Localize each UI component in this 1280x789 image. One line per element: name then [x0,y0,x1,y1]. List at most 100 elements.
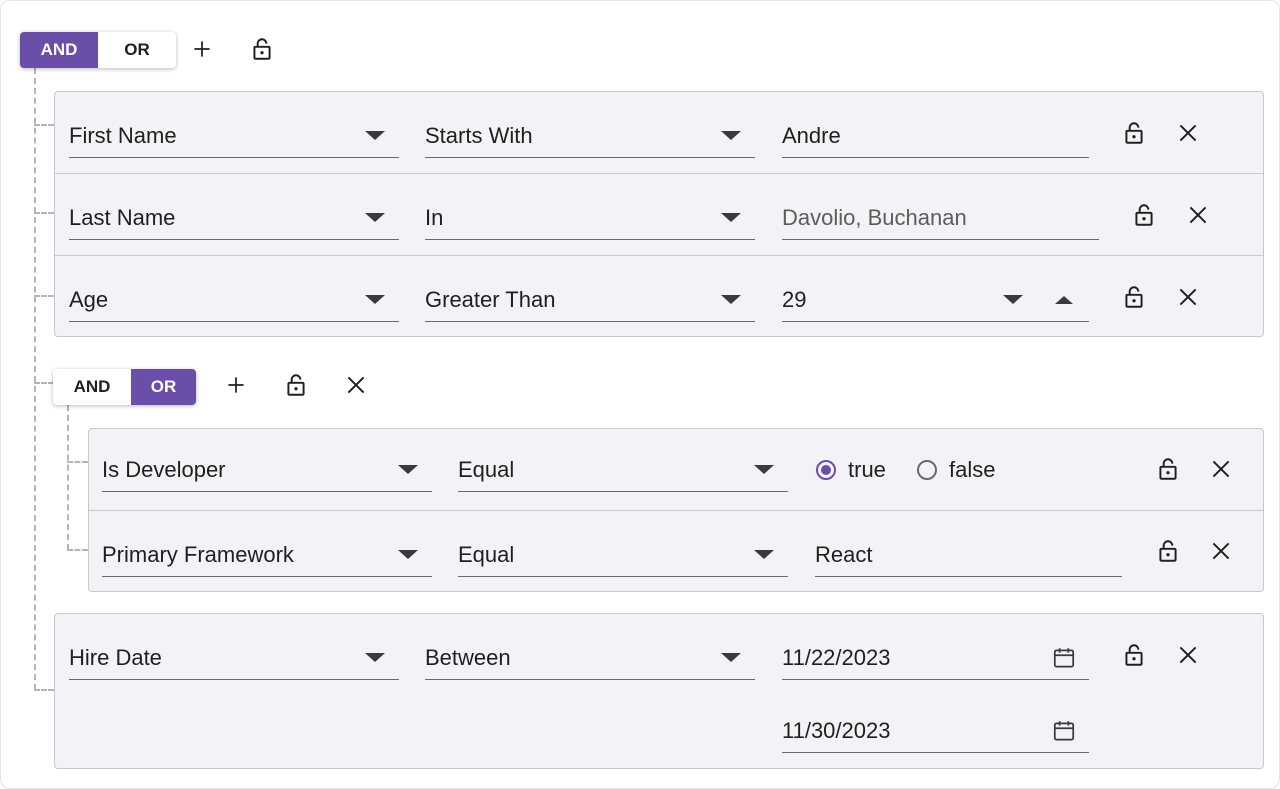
connector [34,382,54,384]
subgroup-combinator: AND OR [53,369,196,405]
remove-rule-button[interactable] [1170,115,1206,151]
value-input[interactable]: Andre [782,114,1089,158]
close-icon [347,376,365,394]
increment-icon[interactable] [1055,295,1073,304]
lock-button[interactable] [278,367,314,403]
date-from-input[interactable]: 11/22/2023 [782,636,1089,680]
divider [89,510,1263,511]
close-icon [1189,206,1207,224]
field-select[interactable]: Hire Date [69,636,399,680]
lock-button[interactable] [1150,533,1186,569]
remove-group-button[interactable] [338,367,374,403]
calendar-icon[interactable] [1051,645,1077,671]
or-button[interactable]: OR [98,32,176,68]
close-icon [1212,460,1230,478]
rule-value: Andre [782,122,841,148]
field-select[interactable]: First Name [69,114,399,158]
radio-true[interactable]: true [816,457,886,483]
lock-button[interactable] [1116,637,1152,673]
subgroup-rules: Is Developer Equal true false Primary Fr… [88,428,1264,592]
operator-select[interactable]: Equal [458,448,788,492]
connector [34,124,54,126]
divider [55,255,1263,256]
decrement-icon[interactable] [1003,295,1023,304]
caret-down-icon [365,213,385,222]
lock-open-icon [253,38,271,60]
field-value: Hire Date [69,644,162,670]
field-value: First Name [69,122,177,148]
add-rule-button[interactable] [184,31,220,67]
lock-open-icon [1159,458,1177,480]
operator-select[interactable]: Between [425,636,755,680]
operator-value: Equal [458,456,515,482]
caret-down-icon [721,131,741,140]
remove-rule-button[interactable] [1170,637,1206,673]
rule-value: 29 [782,286,807,312]
rule-value: Davolio, Buchanan [782,204,967,230]
field-select[interactable]: Age [69,278,399,322]
caret-down-icon [365,295,385,304]
lock-button[interactable] [1126,197,1162,233]
field-value: Age [69,286,109,312]
and-button[interactable]: AND [53,369,131,405]
connector [34,689,54,691]
rule-group: First Name Starts With Andre Last Name I… [54,91,1264,337]
lock-button[interactable] [1150,451,1186,487]
close-icon [1212,542,1230,560]
field-value: Primary Framework [102,541,294,567]
connector [67,549,88,551]
field-value: Last Name [69,204,176,230]
caret-down-icon [754,550,774,559]
radio-false[interactable]: false [917,457,995,483]
number-input[interactable]: 29 [782,278,1089,322]
remove-rule-button[interactable] [1203,533,1239,569]
field-select[interactable]: Primary Framework [102,533,432,577]
caret-down-icon [365,131,385,140]
operator-select[interactable]: Equal [458,533,788,577]
close-icon [1179,124,1197,142]
remove-rule-button[interactable] [1203,451,1239,487]
operator-select[interactable]: In [425,196,755,240]
field-select[interactable]: Last Name [69,196,399,240]
caret-down-icon [754,465,774,474]
operator-value: Starts With [425,122,533,148]
connector-root [34,68,36,690]
date-to-input[interactable]: 11/30/2023 [782,709,1089,753]
lock-button[interactable] [244,31,280,67]
calendar-icon[interactable] [1051,718,1077,744]
plus-icon [194,41,210,57]
or-button[interactable]: OR [131,369,196,405]
radio-label: false [949,457,996,482]
lock-open-icon [1125,122,1143,144]
value-input[interactable]: Davolio, Buchanan [782,196,1099,240]
lock-open-icon [1159,540,1177,562]
operator-select[interactable]: Starts With [425,114,755,158]
radio-unchecked-icon [917,460,937,480]
lock-open-icon [1125,286,1143,308]
operator-value: Greater Than [425,286,556,312]
connector [67,461,88,463]
add-rule-button[interactable] [218,367,254,403]
radio-label: true [848,457,886,482]
lock-button[interactable] [1116,279,1152,315]
and-button[interactable]: AND [20,32,98,68]
caret-down-icon [721,653,741,662]
date-to-value: 11/30/2023 [782,717,891,743]
date-rule: Hire Date Between 11/22/2023 11/30/2023 [54,613,1264,769]
operator-select[interactable]: Greater Than [425,278,755,322]
operator-value: Equal [458,541,515,567]
connector [34,295,54,297]
radio-checked-icon [816,460,836,480]
remove-rule-button[interactable] [1170,279,1206,315]
field-value: Is Developer [102,456,226,482]
value-input[interactable]: React [815,533,1122,577]
close-icon [1179,288,1197,306]
lock-button[interactable] [1116,115,1152,151]
caret-down-icon [721,295,741,304]
divider [55,173,1263,174]
remove-rule-button[interactable] [1180,197,1216,233]
lock-open-icon [1125,644,1143,666]
root-combinator: AND OR [20,32,176,68]
field-select[interactable]: Is Developer [102,448,432,492]
caret-down-icon [721,213,741,222]
